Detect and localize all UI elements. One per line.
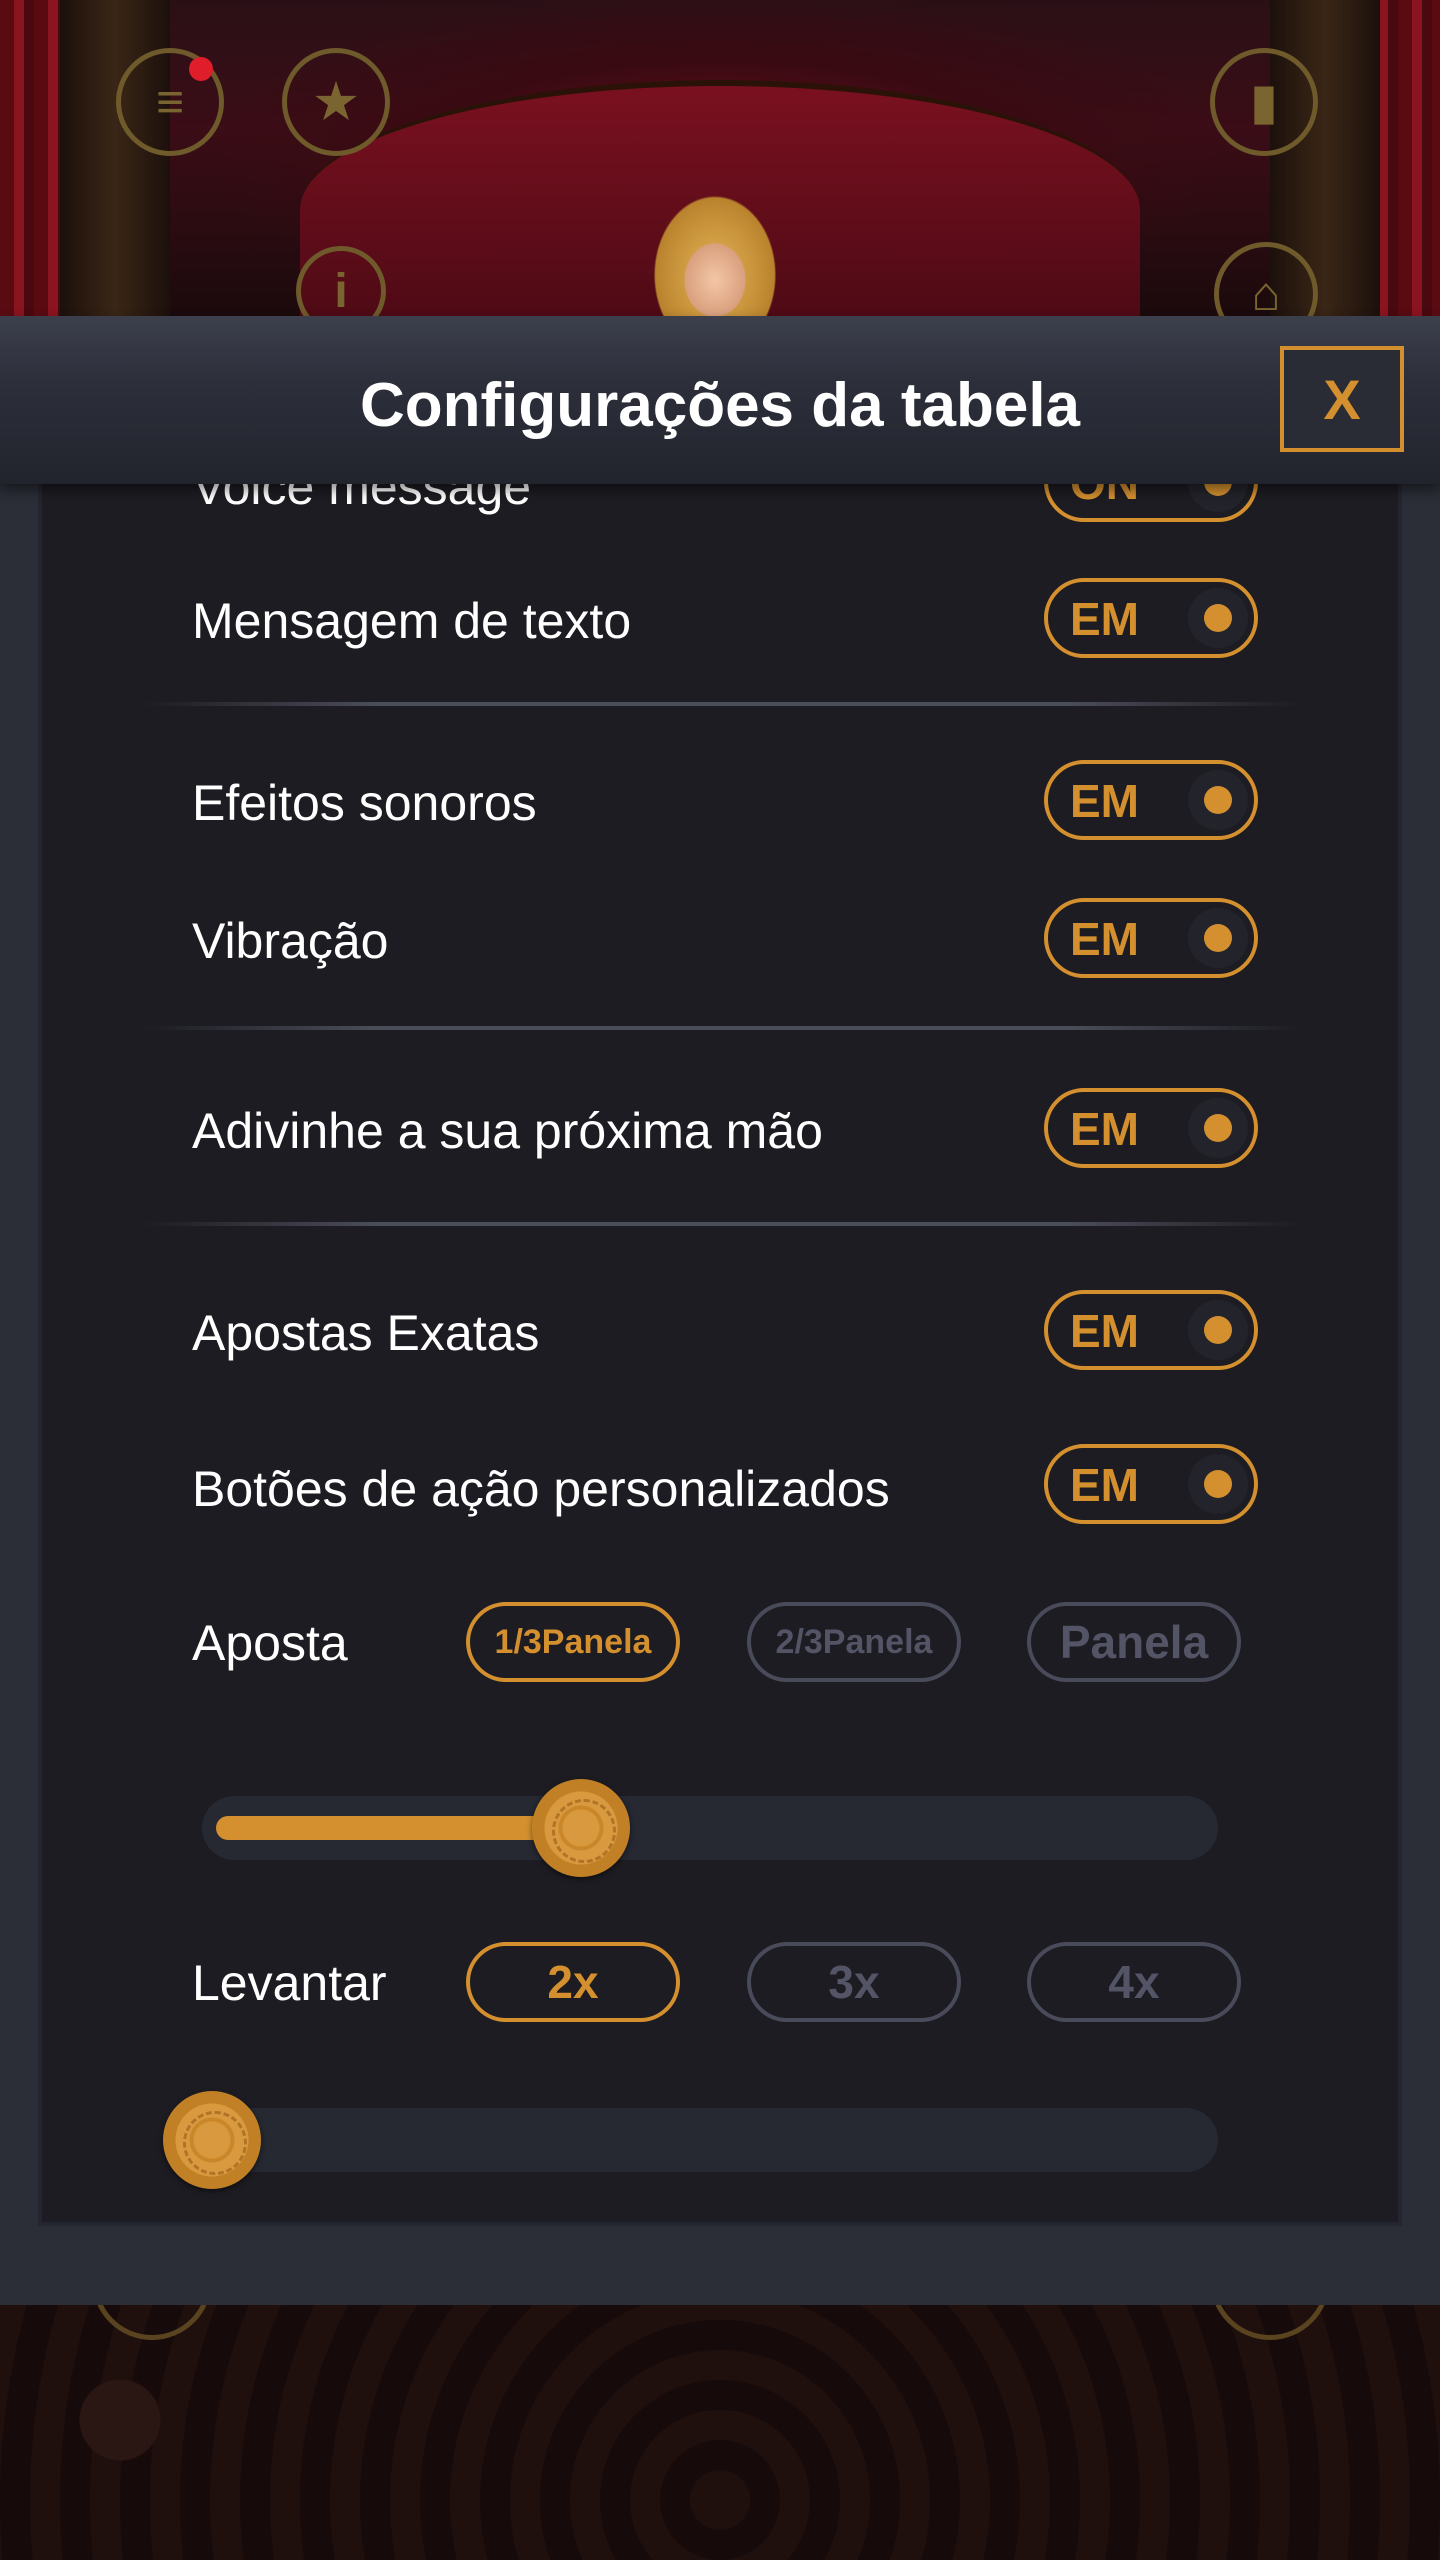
toggle-knob: [1188, 1098, 1248, 1158]
bookmark-star-icon[interactable]: ★: [282, 48, 390, 156]
sound-effects-toggle[interactable]: EM: [1044, 760, 1258, 840]
toggle-knob: [1188, 588, 1248, 648]
guess-next-hand-toggle[interactable]: EM: [1044, 1088, 1258, 1168]
modal-title: Configurações da tabela: [359, 371, 1081, 440]
menu-icon[interactable]: ≡: [116, 48, 224, 156]
guess-next-hand-label: Adivinhe a sua próxima mão: [192, 1103, 823, 1159]
dealer-avatar: [630, 180, 800, 320]
stats-bars-icon[interactable]: ▮: [1210, 48, 1318, 156]
text-message-toggle[interactable]: EM: [1044, 578, 1258, 658]
bet-option-pot[interactable]: Panela: [1027, 1602, 1241, 1682]
section-divider: [142, 702, 1302, 706]
raise-option-4x[interactable]: 4x: [1027, 1942, 1241, 2022]
bet-option-two-thirds-pot[interactable]: 2/3Panela: [747, 1602, 961, 1682]
exact-bets-label: Apostas Exatas: [192, 1305, 540, 1361]
toggle-state: EM: [1070, 1103, 1139, 1155]
toggle-knob: [1188, 770, 1248, 830]
text-message-label: Mensagem de texto: [192, 593, 632, 649]
section-divider: [142, 1026, 1302, 1030]
toggle-state: EM: [1070, 775, 1139, 827]
sound-effects-label: Efeitos sonoros: [192, 775, 537, 831]
exact-bets-toggle[interactable]: EM: [1044, 1290, 1258, 1370]
table-felt-bottom: [0, 2300, 1440, 2560]
table-settings-modal: Configurações da tabela X Voice message …: [0, 316, 1440, 2305]
raise-label: Levantar: [192, 1955, 387, 2011]
raise-slider-thumb[interactable]: [163, 2091, 261, 2189]
bet-slider-fill: [216, 1816, 581, 1840]
modal-header: Configurações da tabela X: [0, 316, 1440, 484]
vibration-label: Vibração: [192, 913, 389, 969]
toggle-knob: [1188, 908, 1248, 968]
vibration-toggle[interactable]: EM: [1044, 898, 1258, 978]
raise-option-3x[interactable]: 3x: [747, 1942, 961, 2022]
toggle-state: EM: [1070, 593, 1139, 645]
section-divider: [142, 1222, 1302, 1226]
toggle-knob: [1188, 1454, 1248, 1514]
pillar-left: [60, 0, 170, 320]
custom-action-buttons-label: Botões de ação personalizados: [192, 1461, 890, 1517]
toggle-knob: [1188, 1300, 1248, 1360]
bet-slider-thumb[interactable]: [531, 1779, 630, 1877]
raise-slider[interactable]: [163, 2091, 1218, 2189]
toggle-state: EM: [1070, 1459, 1139, 1511]
custom-action-buttons-toggle[interactable]: EM: [1044, 1444, 1258, 1524]
bet-slider[interactable]: [202, 1779, 1218, 1877]
toggle-state: EM: [1070, 913, 1139, 965]
toggle-state: EM: [1070, 1305, 1139, 1357]
bet-label: Aposta: [192, 1615, 348, 1671]
bet-option-one-third-pot[interactable]: 1/3Panela: [466, 1602, 680, 1682]
close-label: X: [1323, 367, 1361, 431]
close-button[interactable]: X: [1280, 346, 1404, 452]
notification-dot: [189, 57, 213, 81]
raise-option-2x[interactable]: 2x: [466, 1942, 680, 2022]
settings-panel[interactable]: Voice message ON Mensagem de texto EM Ef…: [38, 466, 1402, 2226]
